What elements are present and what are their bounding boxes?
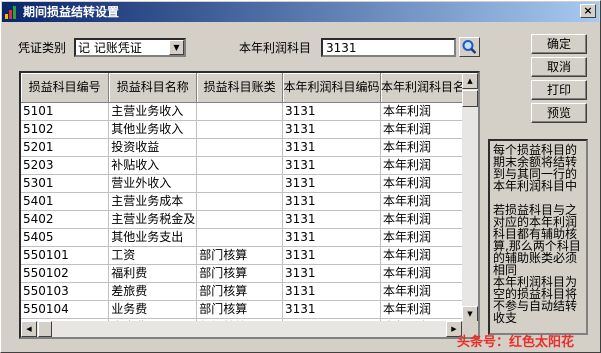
title-bar: 期间损益结转设置 ×	[2, 2, 599, 22]
table-cell[interactable]	[196, 120, 283, 139]
preview-button[interactable]: 预览	[531, 103, 587, 123]
profit-account-label: 本年利润科目	[239, 41, 312, 55]
table-cell[interactable]: 5102	[21, 120, 110, 139]
scroll-down-icon[interactable]: ▼	[462, 306, 478, 322]
table-cell[interactable]: 差旅费	[108, 282, 198, 301]
grid-table: 损益科目编号 损益科目名称 损益科目账类 本年利润科目编码 本年利润科目名称 5…	[21, 73, 478, 337]
table-cell[interactable]: 3131	[282, 174, 381, 193]
table-cell[interactable]: 550102	[21, 264, 110, 283]
header-row: 损益科目编号 损益科目名称 损益科目账类 本年利润科目编码 本年利润科目名称	[21, 73, 478, 103]
watermark: 头条号：红色太阳花	[457, 335, 575, 350]
profit-account-input[interactable]: 3131	[321, 38, 456, 57]
table-cell[interactable]: 3131	[282, 120, 381, 139]
table-row[interactable]: 5203 补贴收入 3131 本年利润	[21, 156, 478, 175]
table-cell[interactable]: 部门核算	[196, 246, 283, 265]
voucher-type-select[interactable]: 记 记账凭证 ▼	[74, 38, 186, 57]
table-cell[interactable]: 投资收益	[108, 138, 198, 157]
table-row[interactable]: 5102 其他业务收入 3131 本年利润	[21, 120, 478, 139]
info-paragraph: 每个损益科目的期末余额将结转到与其同一行的本年利润科目中	[493, 143, 578, 193]
table-cell[interactable]	[196, 192, 283, 211]
table-cell[interactable]	[196, 174, 283, 193]
table-cell[interactable]: 3131	[282, 138, 381, 157]
voucher-type-value: 记 记账凭证	[78, 41, 142, 55]
table-row[interactable]: 5401 主营业务成本 3131 本年利润	[21, 192, 478, 211]
table-cell[interactable]: 业务费	[108, 300, 198, 319]
table-row[interactable]: 5402 主营业务税金及 3131 本年利润	[21, 210, 478, 229]
table-cell[interactable]: 3131	[282, 246, 381, 265]
window-title: 期间损益结转设置	[23, 5, 120, 19]
table-cell[interactable]	[196, 210, 283, 229]
dialog-window: 期间损益结转设置 × 凭证类别 记 记账凭证 ▼ 本年利润科目 3131 确定 …	[0, 0, 601, 353]
voucher-type-label: 凭证类别	[18, 41, 67, 55]
profit-account-value: 3131	[326, 41, 357, 55]
column-header[interactable]: 损益科目名称	[108, 73, 198, 103]
cancel-button[interactable]: 取消	[531, 57, 587, 77]
table-cell[interactable]: 5301	[21, 174, 110, 193]
table-row[interactable]: 5405 其他业务支出 3131 本年利润	[21, 228, 478, 247]
ok-button[interactable]: 确定	[531, 34, 587, 54]
info-paragraph: 本年利润科目为空的损益科目将不参与自动结转收支	[493, 275, 578, 325]
table-cell[interactable]: 主营业务收入	[108, 102, 198, 121]
chevron-down-icon[interactable]: ▼	[169, 40, 184, 55]
print-button[interactable]: 打印	[531, 80, 587, 100]
table-cell[interactable]: 3131	[282, 192, 381, 211]
column-header[interactable]: 本年利润科目编码	[282, 73, 381, 103]
table-row[interactable]: 550101 工资 部门核算 3131 本年利润	[21, 246, 478, 265]
table-cell[interactable]: 其他业务收入	[108, 120, 198, 139]
table-cell[interactable]: 补贴收入	[108, 156, 198, 175]
table-cell[interactable]: 部门核算	[196, 300, 283, 319]
table-row[interactable]: 550104 业务费 部门核算 3131 本年利润	[21, 300, 478, 319]
profit-loss-grid[interactable]: 损益科目编号 损益科目名称 损益科目账类 本年利润科目编码 本年利润科目名称 5…	[19, 71, 480, 339]
table-cell[interactable]: 550104	[21, 300, 110, 319]
table-cell[interactable]: 3131	[282, 264, 381, 283]
table-cell[interactable]: 5201	[21, 138, 110, 157]
search-button[interactable]	[459, 37, 480, 57]
info-panel: 每个损益科目的期末余额将结转到与其同一行的本年利润科目中 若损益科目与之对应的本…	[488, 139, 588, 335]
table-cell[interactable]: 工资	[108, 246, 198, 265]
table-row[interactable]: 5201 投资收益 3131 本年利润	[21, 138, 478, 157]
scroll-left-icon[interactable]: ◀	[21, 321, 37, 337]
table-cell[interactable]: 3131	[282, 300, 381, 319]
table-cell[interactable]: 部门核算	[196, 264, 283, 283]
scroll-up-icon[interactable]: ▲	[462, 73, 478, 89]
table-row[interactable]: 550102 福利费 部门核算 3131 本年利润	[21, 264, 478, 283]
scroll-thumb[interactable]	[462, 90, 478, 107]
close-button[interactable]: ×	[580, 4, 596, 18]
search-icon	[462, 40, 477, 54]
table-cell[interactable]: 5402	[21, 210, 110, 229]
table-cell[interactable]: 550101	[21, 246, 110, 265]
table-cell[interactable]: 5405	[21, 228, 110, 247]
table-cell[interactable]: 营业外收入	[108, 174, 198, 193]
table-cell[interactable]: 部门核算	[196, 282, 283, 301]
table-cell[interactable]: 主营业务成本	[108, 192, 198, 211]
table-cell[interactable]: 3131	[282, 156, 381, 175]
table-row[interactable]: 550103 差旅费 部门核算 3131 本年利润	[21, 282, 478, 301]
table-cell[interactable]	[196, 138, 283, 157]
table-cell[interactable]	[196, 156, 283, 175]
table-cell[interactable]: 其他业务支出	[108, 228, 198, 247]
column-header[interactable]: 损益科目账类	[196, 73, 283, 103]
table-cell[interactable]	[196, 228, 283, 247]
table-cell[interactable]: 主营业务税金及	[108, 210, 198, 229]
table-cell[interactable]: 3131	[282, 102, 381, 121]
column-header[interactable]: 损益科目编号	[21, 73, 110, 103]
table-row[interactable]: 5101 主营业务收入 3131 本年利润	[21, 102, 478, 121]
table-row[interactable]: 5301 营业外收入 3131 本年利润	[21, 174, 478, 193]
info-paragraph: 若损益科目与之对应的本年利润科目都有辅助核算,那么两个科目的辅助账类必须相同	[493, 203, 581, 277]
table-cell[interactable]	[196, 102, 283, 121]
app-icon	[5, 5, 19, 19]
table-cell[interactable]: 5203	[21, 156, 110, 175]
scroll-thumb[interactable]	[38, 321, 52, 337]
table-cell[interactable]: 3131	[282, 228, 381, 247]
table-cell[interactable]: 3131	[282, 282, 381, 301]
table-cell[interactable]: 3131	[282, 210, 381, 229]
table-cell[interactable]: 福利费	[108, 264, 198, 283]
vertical-scrollbar[interactable]: ▲ ▼	[462, 73, 478, 322]
table-cell[interactable]: 550103	[21, 282, 110, 301]
horizontal-scrollbar[interactable]: ◀ ▶	[21, 321, 462, 337]
table-cell[interactable]: 5401	[21, 192, 110, 211]
table-cell[interactable]: 5101	[21, 102, 110, 121]
